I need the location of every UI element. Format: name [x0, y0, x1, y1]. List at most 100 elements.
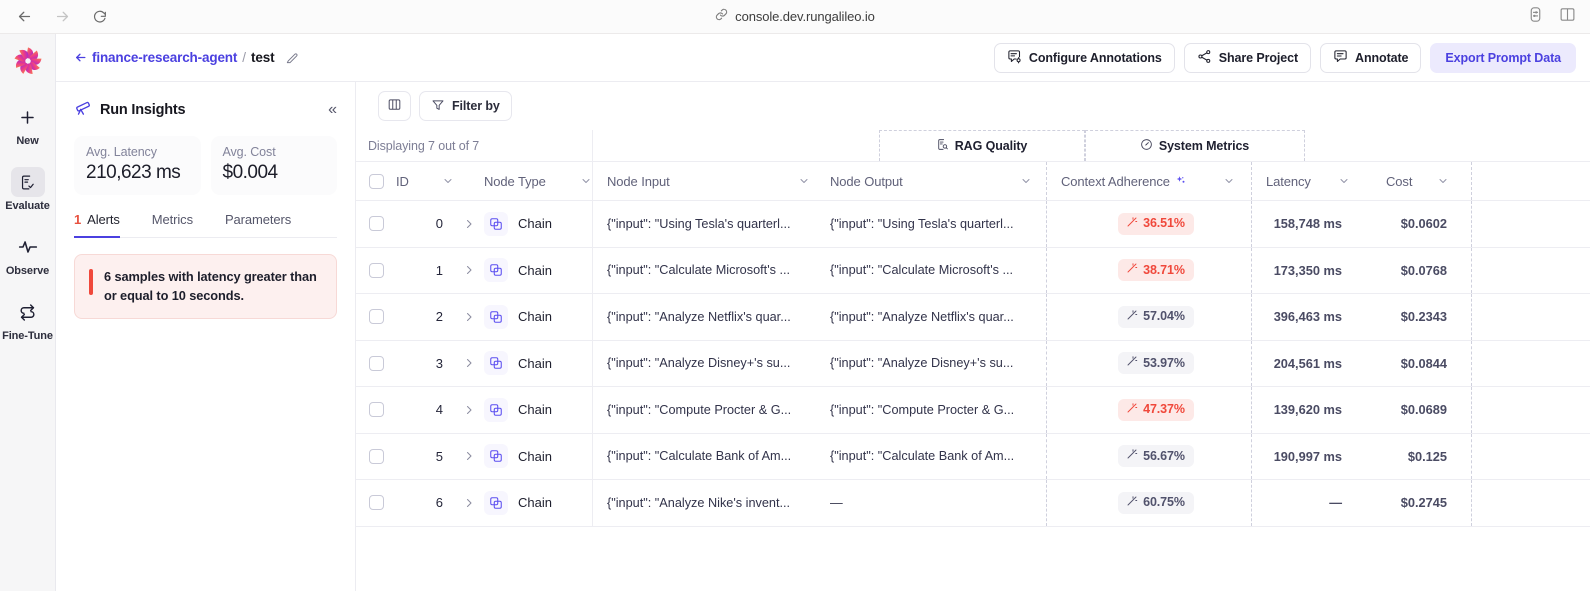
stat-avg-cost-label: Avg. Cost — [222, 145, 276, 159]
browser-chrome: console.dev.rungalileo.io — [0, 0, 1590, 34]
rail-item-evaluate[interactable]: Evaluate — [0, 167, 56, 212]
column-header-latency[interactable]: Latency — [1252, 162, 1362, 200]
reload-icon[interactable] — [89, 6, 111, 28]
column-header-node-output[interactable]: Node Output — [824, 162, 1046, 200]
table-row[interactable]: 0 Chain {"input": "Using Tesla's quarterl.… — [356, 201, 1590, 248]
chevron-down-icon[interactable] — [1338, 175, 1350, 187]
chevron-right-icon[interactable] — [454, 387, 484, 433]
cell-context-adherence[interactable]: 56.67% — [1046, 433, 1252, 479]
chevron-down-icon[interactable] — [1020, 175, 1032, 187]
row-checkbox[interactable] — [368, 355, 384, 371]
cell-context-adherence[interactable]: 38.71% — [1046, 247, 1252, 293]
column-header-cost[interactable]: Cost — [1362, 162, 1472, 200]
insights-tabs: 1 Alerts Metrics Parameters — [74, 212, 337, 238]
cell-node-output[interactable]: {"input": "Analyze Disney+'s su... — [824, 341, 1046, 387]
breadcrumb-back-icon[interactable] — [74, 51, 87, 64]
cell-node-input[interactable]: {"input": "Using Tesla's quarterl... — [592, 201, 824, 247]
column-header-node-input[interactable]: Node Input — [592, 162, 824, 200]
cell-node-output[interactable]: {"input": "Calculate Microsoft's ... — [824, 248, 1046, 294]
cell-node-input[interactable]: {"input": "Analyze Disney+'s su... — [592, 340, 824, 386]
cell-node-input[interactable]: {"input": "Compute Procter & G... — [592, 387, 824, 433]
table-row[interactable]: 1 Chain {"input": "Calculate Microsoft's .… — [356, 247, 1590, 294]
row-checkbox[interactable] — [368, 309, 384, 325]
configure-annotations-button[interactable]: Configure Annotations — [993, 42, 1175, 73]
row-checkbox[interactable] — [368, 448, 384, 464]
column-header-context-adherence-label: Context Adherence — [1061, 173, 1170, 189]
chevron-down-icon[interactable] — [798, 175, 810, 187]
wand-magic-icon — [1126, 309, 1138, 324]
row-checkbox[interactable] — [368, 402, 384, 418]
table-row[interactable]: 4 Chain {"input": "Compute Procter & G...{… — [356, 387, 1590, 434]
rail-item-observe[interactable]: Observe — [0, 232, 56, 277]
chevron-down-icon[interactable] — [442, 175, 454, 187]
chevron-right-icon[interactable] — [454, 248, 484, 294]
breadcrumb-run-name: test — [251, 50, 275, 65]
cell-node-output[interactable]: {"input": "Compute Procter & G... — [824, 387, 1046, 433]
rail-item-fine-tune[interactable]: Fine-Tune — [0, 297, 56, 342]
cell-node-input[interactable]: {"input": "Analyze Nike's invent... — [592, 480, 824, 526]
cell-node-output[interactable]: {"input": "Using Tesla's quarterl... — [824, 201, 1046, 247]
chevron-down-icon[interactable] — [580, 175, 592, 187]
chevron-right-icon[interactable] — [454, 434, 484, 480]
chevron-right-icon[interactable] — [454, 294, 484, 340]
split-view-icon[interactable] — [1559, 6, 1576, 28]
column-header-context-adherence[interactable]: Context Adherence — [1046, 162, 1252, 200]
chevron-right-icon[interactable] — [454, 480, 484, 526]
cell-node-input[interactable]: {"input": "Calculate Microsoft's ... — [592, 247, 824, 293]
column-header-id[interactable]: ID — [396, 162, 454, 200]
rail-item-new[interactable]: New — [0, 102, 56, 147]
table-row[interactable]: 2 Chain {"input": "Analyze Netflix's quar.… — [356, 294, 1590, 341]
cell-cost: $0.0689 — [1362, 387, 1472, 433]
row-checkbox[interactable] — [368, 262, 384, 278]
filter-by-button[interactable]: Filter by — [419, 91, 512, 121]
table-row[interactable]: 3 Chain {"input": "Analyze Disney+'s su...… — [356, 340, 1590, 387]
cell-node-output[interactable]: {"input": "Analyze Netflix's quar... — [824, 294, 1046, 340]
cell-tail — [1472, 201, 1590, 247]
cell-context-adherence[interactable]: 57.04% — [1046, 294, 1252, 340]
alert-card[interactable]: 6 samples with latency greater than or e… — [74, 254, 337, 320]
table-row[interactable]: 5 Chain {"input": "Calculate Bank of Am...… — [356, 433, 1590, 480]
chevron-down-icon[interactable] — [1437, 175, 1449, 187]
forward-icon[interactable] — [51, 6, 73, 28]
context-adherence-badge: 47.37% — [1118, 398, 1194, 421]
cell-context-adherence[interactable]: 60.75% — [1046, 480, 1252, 526]
share-project-button[interactable]: Share Project — [1183, 42, 1312, 73]
cell-context-adherence[interactable]: 47.37% — [1046, 387, 1252, 433]
chevron-down-icon[interactable] — [1223, 175, 1235, 187]
select-all-checkbox-cell — [356, 162, 396, 200]
telescope-icon — [74, 98, 92, 121]
chevrons-left-icon[interactable]: « — [328, 101, 337, 118]
annotate-button[interactable]: Annotate — [1320, 42, 1422, 73]
tab-metrics[interactable]: Metrics — [152, 212, 193, 238]
cell-context-adherence[interactable]: 36.51% — [1046, 201, 1252, 247]
row-checkbox[interactable] — [368, 495, 384, 511]
cell-node-output[interactable]: — — [824, 480, 1046, 526]
tab-alerts[interactable]: 1 Alerts — [74, 212, 120, 238]
extensions-icon[interactable] — [1527, 6, 1544, 28]
column-header-node-type[interactable]: Node Type — [484, 162, 592, 200]
cell-id: 0 — [435, 216, 443, 232]
wand-magic-icon — [1126, 495, 1138, 510]
row-checkbox[interactable] — [368, 216, 384, 232]
tab-alerts-count: 1 — [74, 212, 82, 227]
browser-nav-buttons — [0, 6, 111, 28]
breadcrumb-project-link[interactable]: finance-research-agent — [92, 50, 237, 65]
cell-node-input[interactable]: {"input": "Analyze Netflix's quar... — [592, 294, 824, 340]
context-adherence-value: 57.04% — [1143, 309, 1185, 324]
galileo-logo[interactable] — [9, 42, 47, 80]
tab-parameters[interactable]: Parameters — [225, 212, 291, 238]
cell-context-adherence[interactable]: 53.97% — [1046, 340, 1252, 386]
chevron-right-icon[interactable] — [454, 341, 484, 387]
export-prompt-data-button[interactable]: Export Prompt Data — [1430, 42, 1576, 73]
cell-node-input[interactable]: {"input": "Calculate Bank of Am... — [592, 433, 824, 479]
table-row[interactable]: 6 Chain {"input": "Analyze Nike's invent..… — [356, 480, 1590, 527]
chevron-right-icon[interactable] — [454, 201, 484, 247]
pencil-edit-icon[interactable] — [285, 51, 299, 65]
back-icon[interactable] — [13, 6, 35, 28]
cell-node-output[interactable]: {"input": "Calculate Bank of Am... — [824, 434, 1046, 480]
context-adherence-badge: 38.71% — [1118, 259, 1194, 282]
group-tail-spacer — [1305, 130, 1590, 161]
columns-layout-button[interactable] — [378, 91, 411, 121]
select-all-checkbox[interactable] — [368, 173, 384, 189]
address-bar[interactable]: console.dev.rungalileo.io — [0, 8, 1590, 26]
